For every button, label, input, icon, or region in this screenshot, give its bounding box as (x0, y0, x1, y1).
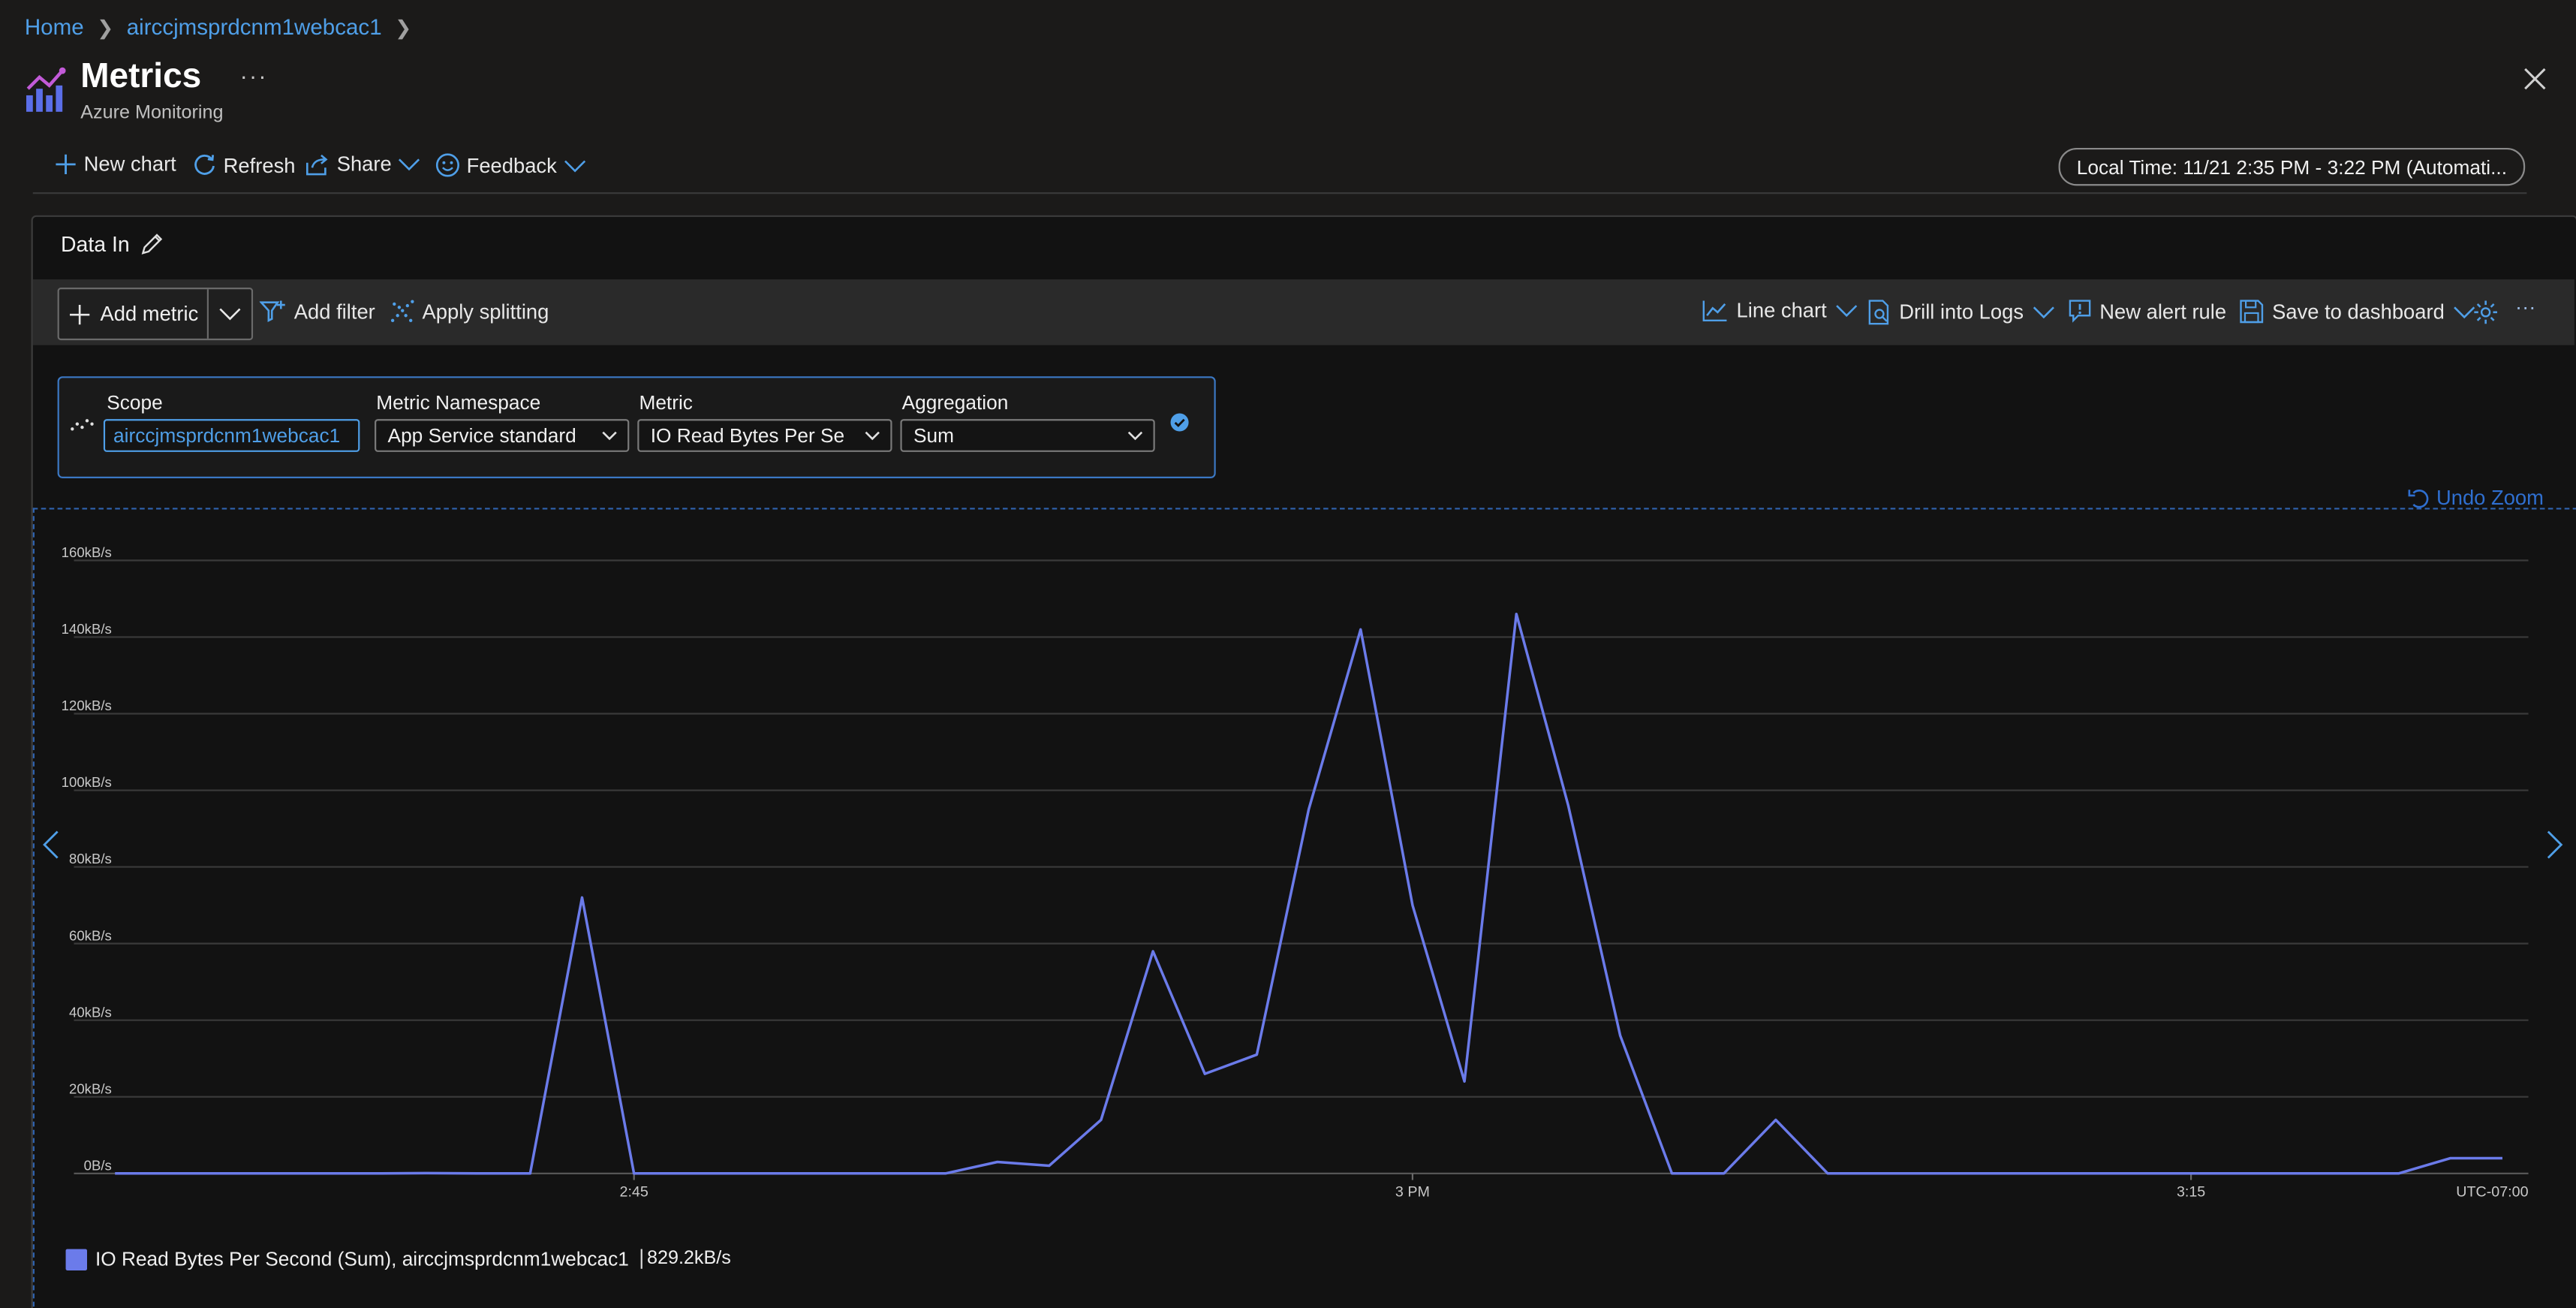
y-tick-label: 100kB/s (62, 774, 112, 790)
legend-series-value: 829.2kB/s (640, 1249, 731, 1269)
x-tick-label: 3:15 (2177, 1183, 2205, 1200)
legend-series-name: IO Read Bytes Per Second (Sum), airccjms… (95, 1247, 629, 1270)
line-chart[interactable]: 0B/s 20kB/s 40kB/s 60kB/s 80kB/s 100kB/s 120kB… (0, 0, 2576, 1308)
series-line[interactable] (115, 612, 2502, 1175)
timezone-label: UTC-07:00 (2456, 1183, 2528, 1200)
x-tick-label: 2:45 (620, 1183, 649, 1200)
y-tick-label: 0B/s (84, 1157, 112, 1173)
y-tick-label: 140kB/s (62, 621, 112, 637)
y-tick-label: 120kB/s (62, 698, 112, 713)
legend-swatch (65, 1248, 88, 1270)
y-tick-label: 160kB/s (62, 544, 112, 560)
y-tick-label: 40kB/s (69, 1004, 112, 1020)
y-tick-label: 80kB/s (69, 851, 112, 866)
chart-legend[interactable]: IO Read Bytes Per Second (Sum), airccjms… (65, 1247, 731, 1270)
y-tick-label: 20kB/s (69, 1080, 112, 1096)
x-tick-label: 3 PM (1395, 1183, 1430, 1200)
y-tick-label: 60kB/s (69, 927, 112, 943)
